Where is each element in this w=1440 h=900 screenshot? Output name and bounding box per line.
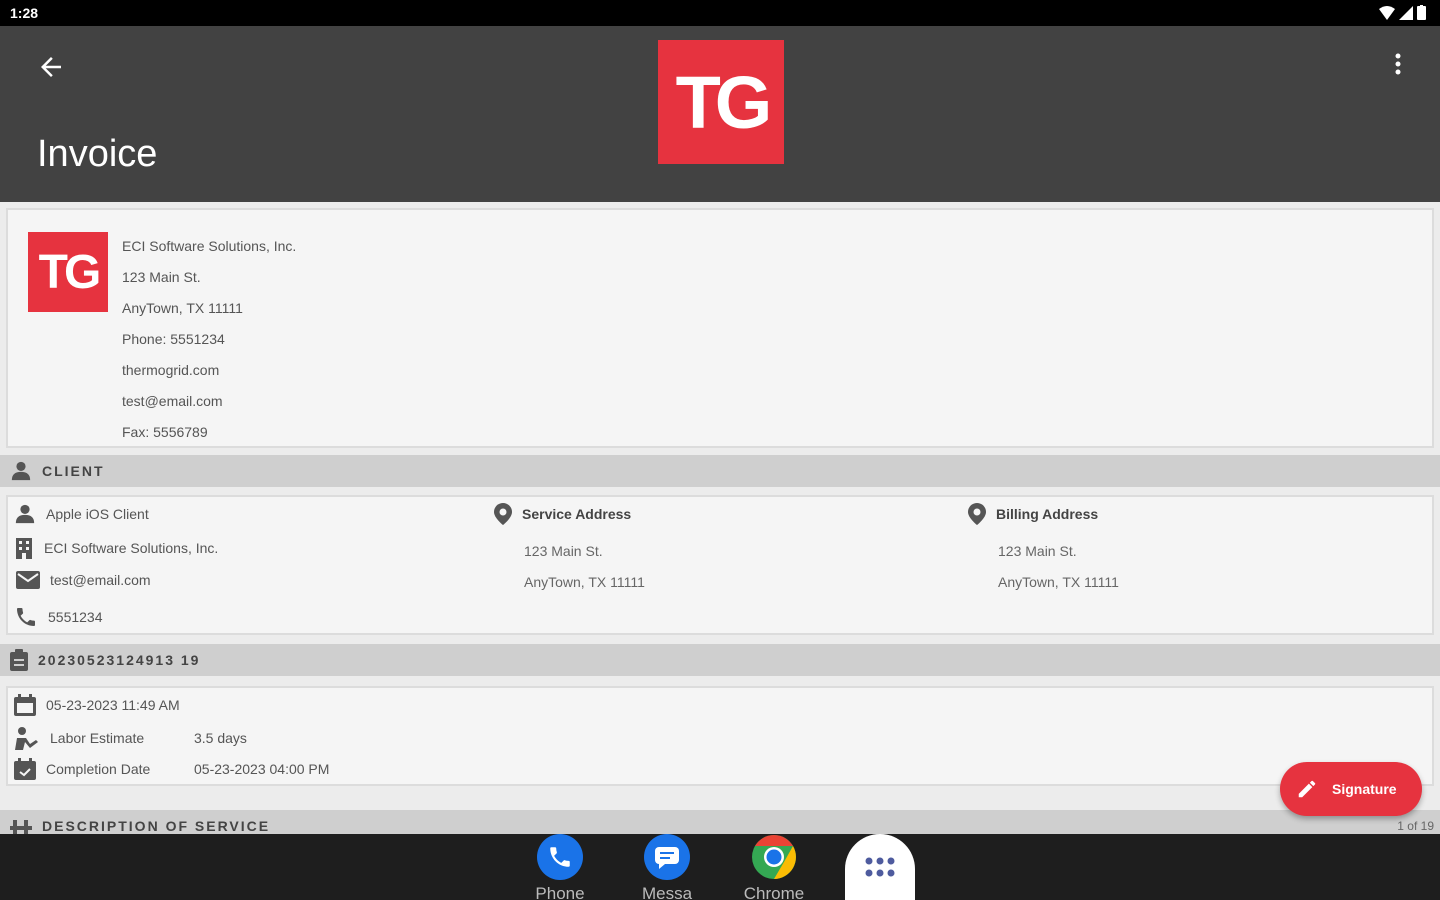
location-pin-icon: [494, 503, 512, 525]
company-info: ECI Software Solutions, Inc. 123 Main St…: [122, 238, 296, 455]
invoice-date-row: 05-23-2023 11:49 AM: [14, 694, 180, 716]
page-count: 1 of 19: [1397, 819, 1434, 833]
page-title: Invoice: [37, 133, 158, 175]
description-section-label: DESCRIPTION OF SERVICE: [42, 818, 271, 834]
service-address-line2: AnyTown, TX 11111: [524, 574, 645, 590]
app-bar: Invoice TG: [0, 26, 1440, 202]
billing-address-line2: AnyTown, TX 11111: [998, 574, 1119, 590]
phone-icon: [537, 834, 583, 880]
service-address-title-row: Service Address: [494, 503, 631, 525]
service-address-title: Service Address: [522, 506, 632, 522]
invoice-number-header: 20230523124913 19: [0, 644, 1440, 676]
client-email[interactable]: test@email.com: [50, 572, 151, 588]
invoice-details-card: 05-23-2023 11:49 AM Labor Estimate 3.5 d…: [6, 686, 1434, 786]
dock-app-phone[interactable]: Phone: [510, 834, 610, 900]
signature-button[interactable]: Signature: [1280, 762, 1422, 816]
billing-address-line1: 123 Main St.: [998, 543, 1077, 559]
company-email: test@email.com: [122, 393, 223, 409]
tools-icon: [10, 820, 32, 834]
signature-label: Signature: [1332, 781, 1397, 797]
app-drawer-button[interactable]: [845, 834, 915, 900]
client-phone[interactable]: 5551234: [48, 609, 103, 625]
billing-address-title-row: Billing Address: [968, 503, 1098, 525]
dock-app-chrome[interactable]: Chrome: [724, 834, 824, 900]
invoice-number: 20230523124913 19: [38, 652, 201, 668]
building-icon: [16, 538, 32, 559]
battery-icon: [1417, 5, 1426, 20]
labor-estimate-value: 3.5 days: [194, 730, 247, 746]
completion-date-label: Completion Date: [46, 761, 151, 777]
company-card: TG ECI Software Solutions, Inc. 123 Main…: [6, 208, 1434, 448]
invoice-date: 05-23-2023 11:49 AM: [46, 697, 180, 713]
status-time: 1:28: [10, 5, 39, 21]
client-name: Apple iOS Client: [46, 506, 149, 522]
company-name: ECI Software Solutions, Inc.: [122, 238, 297, 254]
dock-app-messages[interactable]: Messa: [617, 834, 717, 900]
dock-app-label: Chrome: [743, 884, 805, 900]
status-bar: 1:28: [0, 0, 1440, 26]
app-dock: Phone Messa Chrome: [0, 834, 1440, 900]
app-drawer-icon: [865, 857, 895, 877]
client-company-row: ECI Software Solutions, Inc.: [14, 537, 218, 559]
clipboard-icon: [10, 649, 28, 671]
message-icon: [644, 834, 690, 880]
more-options-icon[interactable]: [1388, 50, 1408, 80]
client-email-row: test@email.com: [16, 571, 151, 589]
client-section-label: CLIENT: [42, 463, 105, 479]
invoice-content[interactable]: TG ECI Software Solutions, Inc. 123 Main…: [0, 202, 1440, 834]
wifi-icon: [1379, 5, 1395, 20]
client-section-header: CLIENT: [0, 455, 1440, 487]
company-phone: Phone: 5551234: [122, 331, 225, 347]
dock-app-label: Phone: [535, 884, 585, 900]
company-street: 123 Main St.: [122, 269, 201, 285]
client-company: ECI Software Solutions, Inc.: [44, 540, 219, 556]
signal-icon: [1399, 5, 1413, 20]
pencil-icon: [1298, 780, 1316, 798]
calendar-icon: [14, 694, 36, 716]
dock-app-label: Messa: [641, 884, 693, 900]
company-fax: Fax: 5556789: [122, 424, 208, 440]
company-website: thermogrid.com: [122, 362, 220, 378]
calendar-check-icon: [14, 758, 36, 780]
client-phone-row: 5551234: [14, 605, 103, 629]
back-arrow-icon[interactable]: [36, 52, 66, 82]
person-icon: [11, 461, 31, 481]
location-pin-icon: [968, 503, 986, 525]
brand-logo: TG: [658, 40, 784, 164]
description-section-header: DESCRIPTION OF SERVICE: [0, 810, 1440, 834]
completion-date-value: 05-23-2023 04:00 PM: [194, 761, 330, 777]
client-name-row: Apple iOS Client: [14, 503, 149, 525]
billing-address-title: Billing Address: [996, 506, 1099, 522]
phone-icon: [17, 608, 35, 626]
chrome-icon: [751, 834, 797, 880]
status-icons: [1379, 5, 1426, 20]
labor-estimate-row: Labor Estimate 3.5 days: [14, 726, 414, 750]
company-logo: TG: [28, 232, 108, 312]
service-address-line1: 123 Main St.: [524, 543, 603, 559]
worker-icon: [15, 727, 38, 750]
client-card: Apple iOS Client ECI Software Solutions,…: [6, 495, 1434, 635]
completion-date-row: Completion Date 05-23-2023 04:00 PM: [14, 758, 414, 780]
labor-estimate-label: Labor Estimate: [50, 730, 145, 746]
person-icon: [15, 504, 35, 524]
company-city: AnyTown, TX 11111: [122, 300, 243, 316]
email-icon: [16, 571, 40, 589]
